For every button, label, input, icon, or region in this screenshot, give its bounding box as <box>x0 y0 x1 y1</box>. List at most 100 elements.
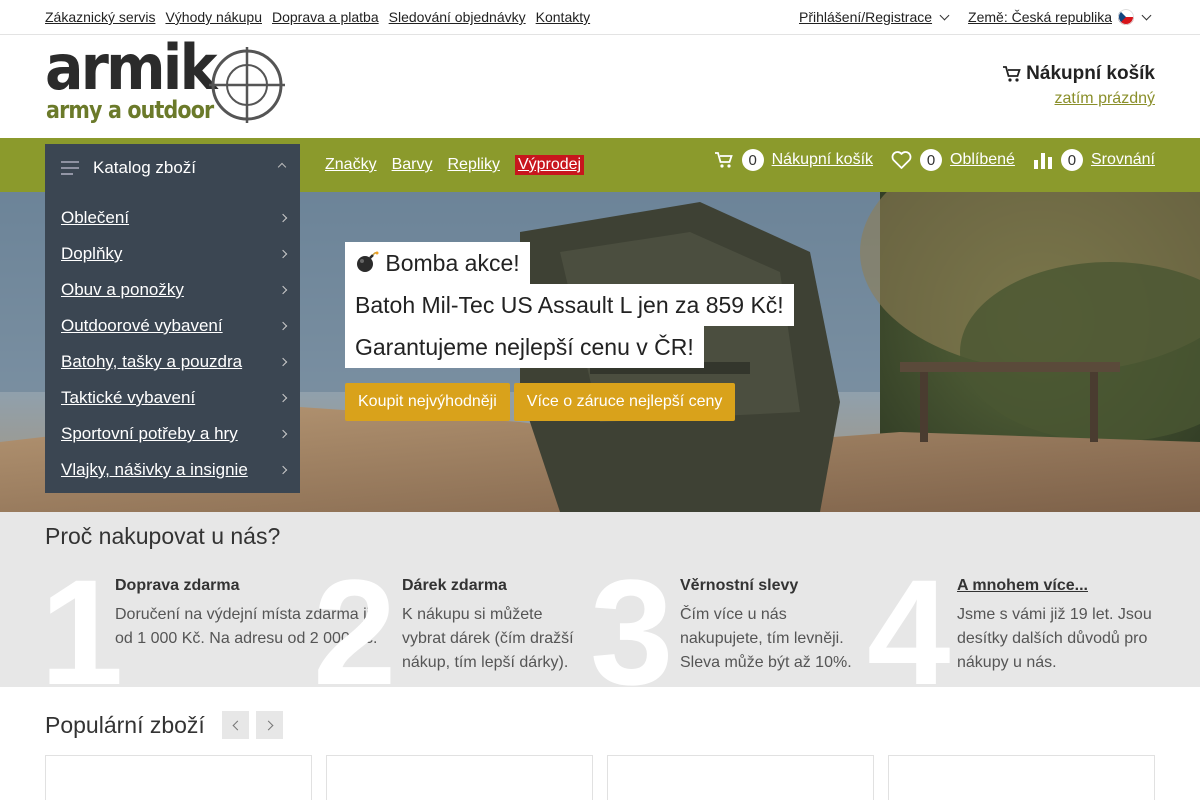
nav-link-colors[interactable]: Barvy <box>392 156 433 175</box>
chevron-right-icon <box>278 321 288 331</box>
link-benefits[interactable]: Výhody nákupu <box>165 9 262 25</box>
header-cart-title: Nákupní košík <box>1026 63 1155 84</box>
chevron-right-icon <box>278 429 288 439</box>
feature-loyalty: Věrnostní slevy Čím více u nás nakupujet… <box>680 562 860 675</box>
menu-item-label: Oblečení <box>61 208 130 227</box>
menu-item-label: Obuv a ponožky <box>61 280 184 299</box>
top-links: Zákaznický servis Výhody nákupu Doprava … <box>45 9 590 25</box>
feature-free-gift: Dárek zdarma K nákupu si můžete vybrat d… <box>402 562 582 675</box>
nav-compare-label: Srovnání <box>1090 151 1155 168</box>
product-card[interactable] <box>607 755 874 800</box>
feature-number: 4 <box>867 548 951 687</box>
chevron-right-icon <box>263 720 273 730</box>
bar-chart-icon <box>1033 153 1052 169</box>
menu-item-backpacks[interactable]: Batohy, tašky a pouzdra <box>45 344 300 380</box>
bomb-icon <box>357 251 379 272</box>
main-nav: Katalog zboží Značky Barvy Repliky Výpro… <box>0 138 1200 192</box>
feature-number: 2 <box>313 548 397 687</box>
link-shipping-payment[interactable]: Doprava a platba <box>272 9 379 25</box>
feature-text: K nákupu si můžete vybrat dárek (čím dra… <box>402 606 574 671</box>
product-card[interactable] <box>45 755 312 800</box>
why-title: Proč nakupovat u nás? <box>45 523 281 549</box>
promo-text: Bomba akce! Batoh Mil-Tec US Assault L j… <box>345 242 794 368</box>
catalog-button[interactable]: Katalog zboží <box>45 144 300 192</box>
menu-item-label: Batohy, tašky a pouzdra <box>61 352 243 371</box>
nav-favorites[interactable]: 0 Oblíbené <box>891 149 1015 171</box>
nav-favorites-label: Oblíbené <box>950 151 1015 168</box>
crosshair-icon <box>209 47 285 123</box>
menu-item-flags[interactable]: Vlajky, nášivky a insignie <box>45 452 300 488</box>
buy-cheapest-button[interactable]: Koupit nejvýhodněji <box>345 383 510 421</box>
carousel-prev-button[interactable] <box>222 711 249 739</box>
promo-headline: Bomba akce! <box>345 242 530 284</box>
compare-count-badge: 0 <box>1060 149 1083 171</box>
login-dropdown[interactable]: Přihlášení/Registrace <box>798 9 950 25</box>
chevron-right-icon <box>278 213 288 223</box>
feature-title: Dárek zdarma <box>402 577 507 594</box>
menu-item-accessories[interactable]: Doplňky <box>45 236 300 272</box>
feature-number: 3 <box>590 548 674 687</box>
header-cart-title-row: Nákupní košík <box>1002 63 1155 85</box>
product-card[interactable] <box>326 755 593 800</box>
promo-line-2: Batoh Mil-Tec US Assault L jen za 859 Kč… <box>345 284 794 326</box>
menu-item-sports[interactable]: Sportovní potřeby a hry <box>45 416 300 452</box>
product-card[interactable] <box>888 755 1155 800</box>
chevron-right-icon <box>278 249 288 259</box>
country-dropdown[interactable]: Země: Česká republika <box>968 9 1152 25</box>
chevron-down-icon <box>1141 10 1152 20</box>
link-order-tracking[interactable]: Sledování objednávky <box>389 9 526 25</box>
menu-item-clothing[interactable]: Oblečení <box>45 200 300 236</box>
feature-title: Věrnostní slevy <box>680 577 799 594</box>
chevron-right-icon <box>278 393 288 403</box>
nav-link-replicas[interactable]: Repliky <box>447 156 499 175</box>
chevron-down-icon <box>939 10 950 20</box>
promo-line-3: Garantujeme nejlepší cenu v ČR! <box>345 326 704 368</box>
czech-flag-icon <box>1118 9 1134 25</box>
feature-text: Jsme s vámi již 19 let. Jsou desítky dal… <box>957 606 1152 671</box>
link-contacts[interactable]: Kontakty <box>536 9 590 25</box>
hero-banner: Oblečení Doplňky Obuv a ponožky Outdooro… <box>0 192 1200 512</box>
menu-item-label: Doplňky <box>61 244 123 263</box>
chevron-right-icon <box>278 285 288 295</box>
popular-title: Populární zboží <box>45 712 205 738</box>
cart-icon <box>714 152 733 168</box>
feature-more: A mnohem více... Jsme s vámi již 19 let.… <box>957 562 1157 675</box>
menu-item-label: Outdoorové vybavení <box>61 316 223 335</box>
feature-number: 1 <box>40 548 124 687</box>
chevron-right-icon <box>278 357 288 367</box>
logo-word: armik <box>45 31 218 104</box>
chevron-up-icon <box>277 162 287 172</box>
menu-item-label: Sportovní potřeby a hry <box>61 424 238 443</box>
menu-item-label: Vlajky, nášivky a insignie <box>61 460 248 479</box>
menu-item-outdoor[interactable]: Outdoorové vybavení <box>45 308 300 344</box>
nav-compare[interactable]: 0 Srovnání <box>1033 149 1155 171</box>
login-label: Přihlášení/Registrace <box>798 9 933 25</box>
menu-item-footwear[interactable]: Obuv a ponožky <box>45 272 300 308</box>
cart-count-badge: 0 <box>741 149 764 171</box>
chevron-left-icon <box>232 720 242 730</box>
nav-cart-label: Nákupní košík <box>771 151 874 168</box>
nav-cart[interactable]: 0 Nákupní košík <box>714 149 873 171</box>
link-customer-service[interactable]: Zákaznický servis <box>45 9 155 25</box>
header-cart-status[interactable]: zatím prázdný <box>1055 90 1155 108</box>
why-section: Proč nakupovat u nás? 1 Doprava zdarma D… <box>0 512 1200 687</box>
logo[interactable]: armik army a outdoor <box>45 37 285 127</box>
feature-text: Čím více u nás nakupujete, tím levněji. … <box>680 606 852 671</box>
menu-item-label: Taktické vybavení <box>61 388 196 407</box>
favorites-count-badge: 0 <box>920 149 943 171</box>
nav-link-sale[interactable]: Výprodej <box>514 155 585 175</box>
heart-icon <box>891 151 912 169</box>
price-guarantee-button[interactable]: Více o záruce nejlepší ceny <box>513 383 736 421</box>
country-label: Země: Česká republika <box>968 9 1112 25</box>
cart-icon <box>1003 66 1021 82</box>
header-cart[interactable]: Nákupní košík zatím prázdný <box>1002 63 1155 108</box>
nav-link-brands[interactable]: Značky <box>325 156 377 175</box>
menu-item-tactical[interactable]: Taktické vybavení <box>45 380 300 416</box>
nav-links: Značky Barvy Repliky Výprodej <box>325 155 585 175</box>
promo-buttons: Koupit nejvýhodněji Více o záruce nejlep… <box>345 383 736 421</box>
carousel-next-button[interactable] <box>256 711 283 739</box>
popular-section: Populární zboží <box>0 687 1200 800</box>
top-bar: Zákaznický servis Výhody nákupu Doprava … <box>0 0 1200 35</box>
top-right-menu: Přihlášení/Registrace Země: Česká republ… <box>798 9 1152 25</box>
feature-more-link[interactable]: A mnohem více... <box>957 577 1157 595</box>
